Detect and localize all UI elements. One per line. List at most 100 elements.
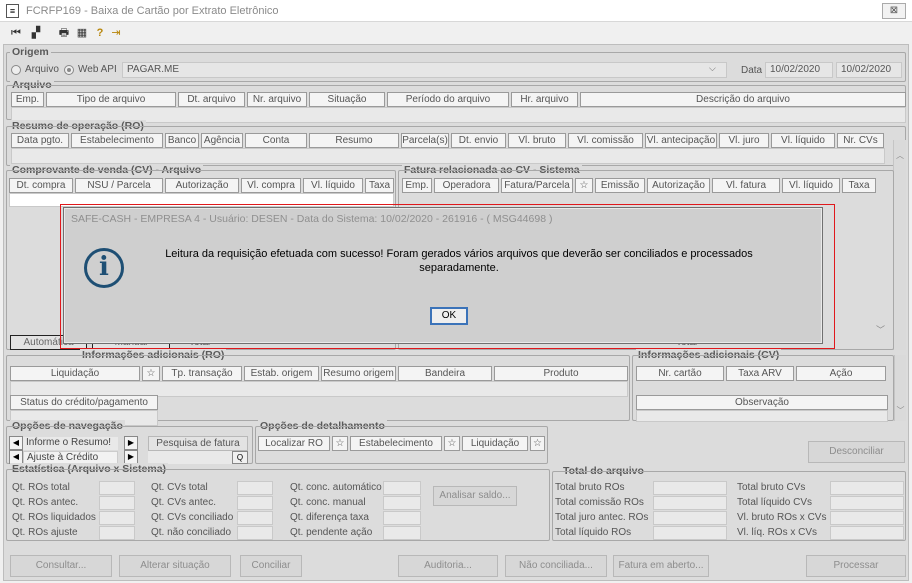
alterar-situacao-button[interactable]: Alterar situação <box>119 555 231 577</box>
col-tipo-arquivo[interactable]: Tipo de arquivo <box>46 92 176 107</box>
col-periodo[interactable]: Período do arquivo <box>387 92 509 107</box>
first-record-icon[interactable]: ⏮ <box>8 25 24 41</box>
col-estab-origem[interactable]: Estab. origem <box>244 366 319 381</box>
col-taxa-arv[interactable]: Taxa ARV <box>726 366 794 381</box>
desconciliar-button[interactable]: Desconciliar <box>808 441 905 463</box>
col-dt-arquivo[interactable]: Dt. arquivo <box>178 92 245 107</box>
col-taxa[interactable]: Taxa <box>365 178 394 193</box>
col-conta[interactable]: Conta <box>245 133 307 148</box>
col-fat-emp[interactable]: Emp. <box>402 178 432 193</box>
liquidacao-button[interactable]: Liquidação <box>462 436 528 451</box>
observacao-field[interactable] <box>636 410 888 422</box>
col-vl-fatura[interactable]: Vl. fatura <box>712 178 780 193</box>
col-situacao[interactable]: Situação <box>309 92 385 107</box>
col-banco[interactable]: Banco <box>165 133 199 148</box>
col-dt-envio[interactable]: Dt. envio <box>451 133 506 148</box>
col-vl-liquido[interactable]: Vl. líquido <box>771 133 835 148</box>
col-vl-bruto[interactable]: Vl. bruto <box>508 133 566 148</box>
qt-pendente-acao-value <box>383 526 421 540</box>
info-scrollbar[interactable]: ﹀ <box>894 355 906 421</box>
auditoria-button[interactable]: Auditoria... <box>398 555 498 577</box>
col-estabelecimento[interactable]: Estabelecimento <box>71 133 163 148</box>
col-resumo[interactable]: Resumo <box>309 133 399 148</box>
col-acao[interactable]: Ação <box>796 366 886 381</box>
analisar-saldo-button[interactable]: Analisar saldo... <box>433 486 517 506</box>
nav-prev2-button[interactable]: ◀ <box>9 450 23 464</box>
col-agencia[interactable]: Agência <box>201 133 243 148</box>
nav-prev-button[interactable]: ◀ <box>9 436 23 450</box>
col-fat-vl-liquido[interactable]: Vl. líquido <box>782 178 840 193</box>
estabelecimento-button[interactable]: Estabelecimento <box>350 436 442 451</box>
col-sort-icon[interactable]: ☆ <box>575 178 593 193</box>
fatura-header: Emp. Operadora Fatura/Parcela ☆ Emissão … <box>402 178 892 193</box>
window-icon[interactable]: ▞ <box>28 25 44 41</box>
chevron-down-icon[interactable]: ⌵ <box>709 63 716 74</box>
window-title: FCRFP169 - Baixa de Cartão por Extrato E… <box>26 5 279 17</box>
col-nr-arquivo[interactable]: Nr. arquivo <box>247 92 307 107</box>
col-autorizacao[interactable]: Autorização <box>165 178 239 193</box>
exit-icon[interactable]: ⇥ <box>108 25 124 41</box>
col-vl-compra[interactable]: Vl. compra <box>241 178 301 193</box>
col-vl-juro[interactable]: Vl. juro <box>719 133 769 148</box>
col-vl-antecipacao[interactable]: Vl. antecipação <box>645 133 717 148</box>
info-scroll-down-icon: ﹀ <box>896 406 905 415</box>
qt-ros-total-label: Qt. ROs total <box>12 482 70 493</box>
resumo-row[interactable] <box>11 148 885 164</box>
webapi-radio[interactable] <box>64 65 74 75</box>
col-emp[interactable]: Emp. <box>11 92 44 107</box>
qt-cvs-conciliado-label: Qt. CVs conciliado <box>151 512 234 523</box>
app-icon: ≡ <box>6 4 19 18</box>
scroll-down-icon[interactable]: ﹀ <box>876 323 885 336</box>
localizar-ro-button[interactable]: Localizar RO <box>258 436 330 451</box>
qt-ros-antec-label: Qt. ROs antec. <box>12 497 79 508</box>
nav-next-button[interactable]: ▶ <box>124 436 138 450</box>
col-nr-cvs[interactable]: Nr. CVs <box>837 133 884 148</box>
title-bar: ≡ FCRFP169 - Baixa de Cartão por Extrato… <box>0 0 912 22</box>
col-data-pgto[interactable]: Data pgto. <box>11 133 69 148</box>
vertical-scrollbar[interactable]: ︿ <box>893 140 906 350</box>
col-liquidacao[interactable]: Liquidação <box>10 366 140 381</box>
help-icon[interactable]: ? <box>92 25 108 41</box>
col-descricao[interactable]: Descrição do arquivo <box>580 92 906 107</box>
date-to-field[interactable]: 10/02/2020 <box>836 62 902 78</box>
arquivo-radio[interactable] <box>11 65 21 75</box>
col-tp-transacao[interactable]: Tp. transação <box>162 366 242 381</box>
qt-conc-auto-label: Qt. conc. automático <box>290 482 382 493</box>
nao-conciliada-button[interactable]: Não conciliada... <box>505 555 607 577</box>
col-ro-sort-icon[interactable]: ☆ <box>142 366 160 381</box>
col-emissao[interactable]: Emissão <box>595 178 645 193</box>
localizar-sort-icon[interactable]: ☆ <box>332 436 348 451</box>
col-vl-liquido-cv[interactable]: Vl. líquido <box>303 178 363 193</box>
col-vl-comissao[interactable]: Vl. comissão <box>568 133 643 148</box>
date-from-field[interactable]: 10/02/2020 <box>765 62 833 78</box>
calculator-icon[interactable]: ▦ <box>74 25 90 41</box>
liq-sort-icon[interactable]: ☆ <box>530 436 545 451</box>
close-button[interactable]: ⊠ <box>882 3 906 19</box>
col-fatura-parcela[interactable]: Fatura/Parcela <box>501 178 573 193</box>
search-icon[interactable]: Q <box>232 451 248 464</box>
col-parcelas[interactable]: Parcela(s) <box>401 133 449 148</box>
resumo-header: Data pgto. Estabelecimento Banco Agência… <box>11 133 891 148</box>
col-fat-taxa[interactable]: Taxa <box>842 178 876 193</box>
col-nsu-parcela[interactable]: NSU / Parcela <box>75 178 163 193</box>
col-dt-compra[interactable]: Dt. compra <box>9 178 73 193</box>
conciliar-button[interactable]: Conciliar <box>240 555 302 577</box>
print-icon[interactable]: 🖶 <box>56 25 72 41</box>
col-hr-arquivo[interactable]: Hr. arquivo <box>511 92 578 107</box>
col-fat-autorizacao[interactable]: Autorização <box>647 178 710 193</box>
qt-diferenca-taxa-value <box>383 511 421 525</box>
col-produto[interactable]: Produto <box>494 366 628 381</box>
source-select[interactable]: PAGAR.ME <box>122 62 727 78</box>
processar-button[interactable]: Processar <box>806 555 906 577</box>
col-resumo-origem[interactable]: Resumo origem <box>321 366 396 381</box>
col-operadora[interactable]: Operadora <box>434 178 499 193</box>
col-nr-cartao[interactable]: Nr. cartão <box>636 366 724 381</box>
nav-resumo-field[interactable]: Informe o Resumo! <box>23 437 118 450</box>
pesquisa-fatura-button[interactable]: Pesquisa de fatura <box>148 436 248 451</box>
consultar-button[interactable]: Consultar... <box>10 555 112 577</box>
fatura-aberto-button[interactable]: Fatura em aberto... <box>613 555 709 577</box>
nav-next2-button[interactable]: ▶ <box>124 450 138 464</box>
estab-sort-icon[interactable]: ☆ <box>444 436 460 451</box>
cv-header: Dt. compra NSU / Parcela Autorização Vl.… <box>9 178 394 193</box>
col-bandeira[interactable]: Bandeira <box>398 366 492 381</box>
